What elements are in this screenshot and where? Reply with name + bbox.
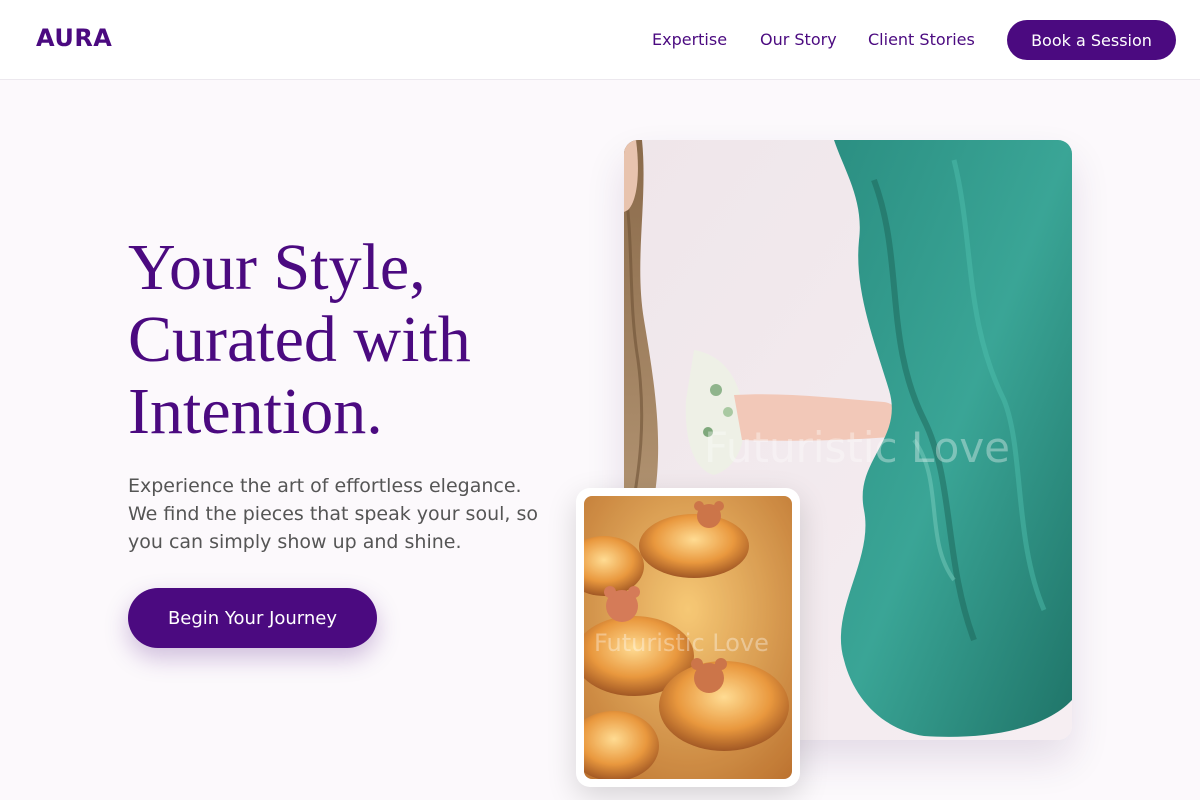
hero-title: Your Style, Curated with Intention. bbox=[128, 232, 588, 448]
hero-title-line: Your Style, bbox=[128, 231, 426, 304]
top-navbar: AURA Expertise Our Story Client Stories … bbox=[0, 0, 1200, 80]
nav-link-client-stories[interactable]: Client Stories bbox=[868, 30, 975, 49]
book-session-button[interactable]: Book a Session bbox=[1007, 20, 1176, 60]
begin-journey-button[interactable]: Begin Your Journey bbox=[128, 588, 377, 648]
hero-title-line: Curated with bbox=[128, 303, 471, 376]
nav-link-our-story[interactable]: Our Story bbox=[760, 30, 837, 49]
hero-subtitle-line: you can simply show up and shine. bbox=[128, 531, 462, 553]
secondary-image-watermark: Futuristic Love bbox=[594, 629, 769, 657]
bear-tarts-photo: Futuristic Love bbox=[584, 496, 792, 779]
hero-subtitle: Experience the art of effortless eleganc… bbox=[128, 472, 578, 556]
hero-secondary-image-card: Futuristic Love bbox=[576, 488, 800, 787]
brand-logo[interactable]: AURA bbox=[36, 24, 112, 52]
pastry-photo: Futuristic Love bbox=[584, 496, 792, 779]
hero-subtitle-line: Experience the art of effortless eleganc… bbox=[128, 475, 522, 497]
main-image-watermark: Futuristic Love bbox=[704, 423, 1010, 472]
nav-link-expertise[interactable]: Expertise bbox=[652, 30, 727, 49]
hero-title-line: Intention. bbox=[128, 375, 383, 448]
hero-subtitle-line: We find the pieces that speak your soul,… bbox=[128, 503, 539, 525]
